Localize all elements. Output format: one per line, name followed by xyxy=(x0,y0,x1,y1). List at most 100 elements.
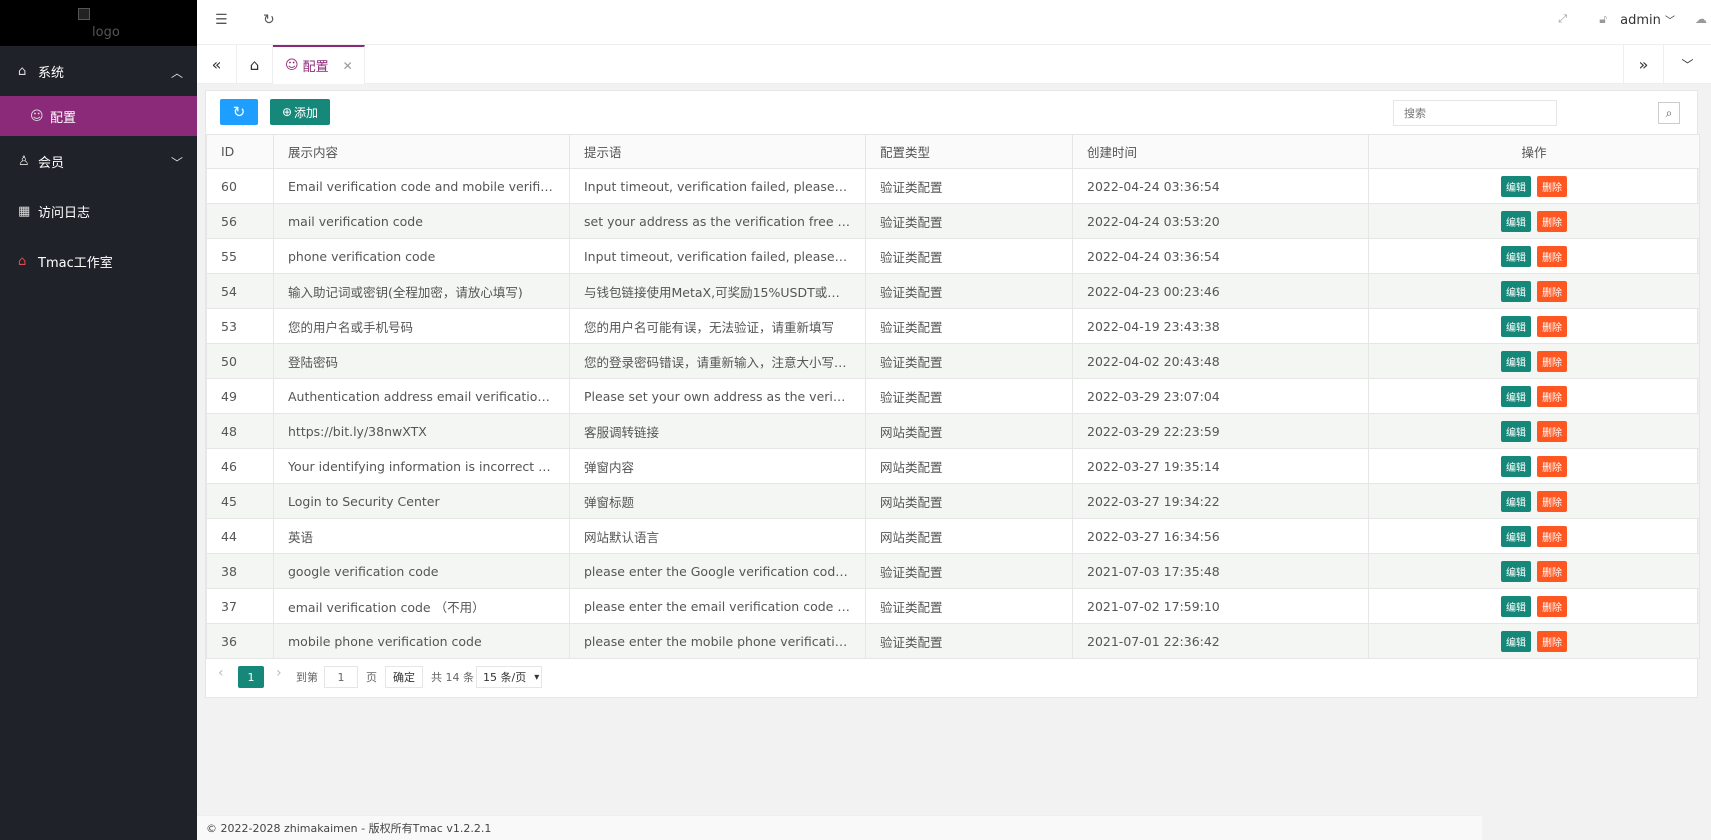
sidebar-item-label: 系统 xyxy=(38,65,65,81)
cell-actions: 编辑 删除 xyxy=(1368,238,1700,274)
tab-config[interactable]: ☺ 配置 ✕ xyxy=(273,45,365,84)
cell-content: Authentication address email verificatio… xyxy=(273,378,570,414)
edit-button[interactable]: 编辑 xyxy=(1501,315,1531,337)
edit-button[interactable]: 编辑 xyxy=(1501,350,1531,372)
table-row: 46 Your identifying information is incorr… xyxy=(206,448,1700,484)
sidebar-item-label: 会员 xyxy=(38,155,65,171)
delete-button[interactable]: 删除 xyxy=(1537,315,1567,337)
column-header[interactable]: 操作 xyxy=(1368,134,1700,169)
home-tab[interactable]: ⌂ xyxy=(237,45,273,84)
delete-button[interactable]: 删除 xyxy=(1537,630,1567,652)
edit-button[interactable]: 编辑 xyxy=(1501,490,1531,512)
cell-actions: 编辑 删除 xyxy=(1368,448,1700,484)
edit-button[interactable]: 编辑 xyxy=(1501,385,1531,407)
broken-image-icon xyxy=(78,8,90,20)
edit-button[interactable]: 编辑 xyxy=(1501,525,1531,547)
fullscreen-icon[interactable]: ⤢ xyxy=(1558,12,1567,26)
sidebar-item-access-log[interactable]: ▦ 访问日志 xyxy=(0,186,197,236)
tab-scroll-left-button[interactable]: « xyxy=(197,45,237,84)
edit-button[interactable]: 编辑 xyxy=(1501,455,1531,477)
cell-actions: 编辑 删除 xyxy=(1368,588,1700,624)
page-size-select[interactable]: 15 条/页 ▾ xyxy=(476,666,542,688)
cell-created-time: 2022-04-24 03:36:54 xyxy=(1072,168,1369,204)
user-menu[interactable]: admin ﹀ xyxy=(1620,12,1675,28)
cell-tip: 弹窗标题 xyxy=(569,483,866,519)
current-page[interactable]: 1 xyxy=(238,666,264,688)
cell-id: 60 xyxy=(206,168,274,204)
edit-button[interactable]: 编辑 xyxy=(1501,210,1531,232)
tab-scroll-right-button[interactable]: » xyxy=(1623,45,1663,84)
edit-button[interactable]: 编辑 xyxy=(1501,595,1531,617)
edit-button[interactable]: 编辑 xyxy=(1501,175,1531,197)
delete-button[interactable]: 删除 xyxy=(1537,595,1567,617)
prev-page-icon[interactable]: ‹ xyxy=(218,665,224,681)
next-page-icon[interactable]: › xyxy=(276,665,282,681)
column-header[interactable]: 创建时间 xyxy=(1072,134,1369,169)
goto-confirm-button[interactable]: 确定 xyxy=(385,666,423,688)
table-row: 56 mail verification code set your address… xyxy=(206,203,1700,239)
cell-created-time: 2022-04-02 20:43:48 xyxy=(1072,343,1369,379)
cell-content: 英语 xyxy=(273,518,570,554)
cell-created-time: 2022-03-27 19:35:14 xyxy=(1072,448,1369,484)
search-button[interactable]: ⌕ xyxy=(1658,102,1680,124)
goto-page-input[interactable]: 1 xyxy=(324,666,358,688)
username: admin xyxy=(1620,13,1661,28)
column-header[interactable]: 展示内容 xyxy=(273,134,570,169)
delete-button[interactable]: 删除 xyxy=(1537,455,1567,477)
delete-button[interactable]: 删除 xyxy=(1537,210,1567,232)
edit-button[interactable]: 编辑 xyxy=(1501,420,1531,442)
lock-icon[interactable]: 🔓︎ xyxy=(1599,12,1607,27)
cell-content: mobile phone verification code xyxy=(273,623,570,659)
cell-content: 输入助记词或密钥(全程加密，请放心填写) xyxy=(273,273,570,309)
cell-actions: 编辑 删除 xyxy=(1368,378,1700,414)
edit-button[interactable]: 编辑 xyxy=(1501,245,1531,267)
edit-button[interactable]: 编辑 xyxy=(1501,280,1531,302)
delete-button[interactable]: 删除 xyxy=(1537,560,1567,582)
edit-button[interactable]: 编辑 xyxy=(1501,560,1531,582)
config-table: ID 展示内容 提示语 配置类型 创建时间 操作 60 Email verific… xyxy=(206,134,1700,659)
cell-tip: 您的登录密码错误，请重新输入，注意大小写区分 xyxy=(569,343,866,379)
cell-type: 验证类配置 xyxy=(865,588,1073,624)
column-header[interactable]: 提示语 xyxy=(569,134,866,169)
theme-icon[interactable]: ☁ xyxy=(1695,12,1707,26)
sidebar-item-config[interactable]: ☺ 配置 xyxy=(0,96,197,136)
cell-actions: 编辑 删除 xyxy=(1368,168,1700,204)
cell-id: 55 xyxy=(206,238,274,274)
cell-type: 网站类配置 xyxy=(865,518,1073,554)
cell-created-time: 2022-04-24 03:53:20 xyxy=(1072,203,1369,239)
refresh-button[interactable]: ↻ xyxy=(220,99,258,125)
add-button[interactable]: ⊕ 添加 xyxy=(270,99,330,125)
page-unit-label: 页 xyxy=(366,671,377,684)
delete-button[interactable]: 删除 xyxy=(1537,385,1567,407)
add-label: 添加 xyxy=(294,105,319,120)
cell-created-time: 2022-03-27 19:34:22 xyxy=(1072,483,1369,519)
sidebar-item-members[interactable]: ♙ 会员 ﹀ xyxy=(0,136,197,186)
tab-menu-button[interactable]: ﹀ xyxy=(1663,45,1711,84)
chevron-down-icon: ﹀ xyxy=(1665,16,1675,27)
edit-button[interactable]: 编辑 xyxy=(1501,630,1531,652)
sidebar-item-system[interactable]: ⌂ 系统 ︿ xyxy=(0,46,197,96)
sidebar-item-label: Tmac工作室 xyxy=(38,255,113,271)
table-row: 53 您的用户名或手机号码 您的用户名可能有误，无法验证，请重新填写 验证类配置 202… xyxy=(206,308,1700,344)
logo[interactable]: logo xyxy=(0,0,197,46)
column-header[interactable]: 配置类型 xyxy=(865,134,1073,169)
cell-content: mail verification code xyxy=(273,203,570,239)
delete-button[interactable]: 删除 xyxy=(1537,350,1567,372)
delete-button[interactable]: 删除 xyxy=(1537,280,1567,302)
column-header[interactable]: ID xyxy=(206,134,274,169)
delete-button[interactable]: 删除 xyxy=(1537,175,1567,197)
menu-fold-icon[interactable]: ☰ xyxy=(215,12,228,28)
delete-button[interactable]: 删除 xyxy=(1537,490,1567,512)
cell-created-time: 2022-04-19 23:43:38 xyxy=(1072,308,1369,344)
delete-button[interactable]: 删除 xyxy=(1537,525,1567,547)
pagination: ‹ 1 › 到第 1 页 确定 共 14 条 15 条/页 ▾ xyxy=(206,659,1697,694)
logo-alt-text: logo xyxy=(92,25,120,40)
sidebar-item-tmac-studio[interactable]: ⌂ Tmac工作室 xyxy=(0,236,197,286)
close-icon[interactable]: ✕ xyxy=(343,59,353,73)
delete-button[interactable]: 删除 xyxy=(1537,245,1567,267)
delete-button[interactable]: 删除 xyxy=(1537,420,1567,442)
cell-actions: 编辑 删除 xyxy=(1368,343,1700,379)
refresh-icon[interactable]: ↻ xyxy=(263,12,275,28)
table-row: 38 google verification code please enter t… xyxy=(206,553,1700,589)
search-input[interactable] xyxy=(1393,100,1557,126)
